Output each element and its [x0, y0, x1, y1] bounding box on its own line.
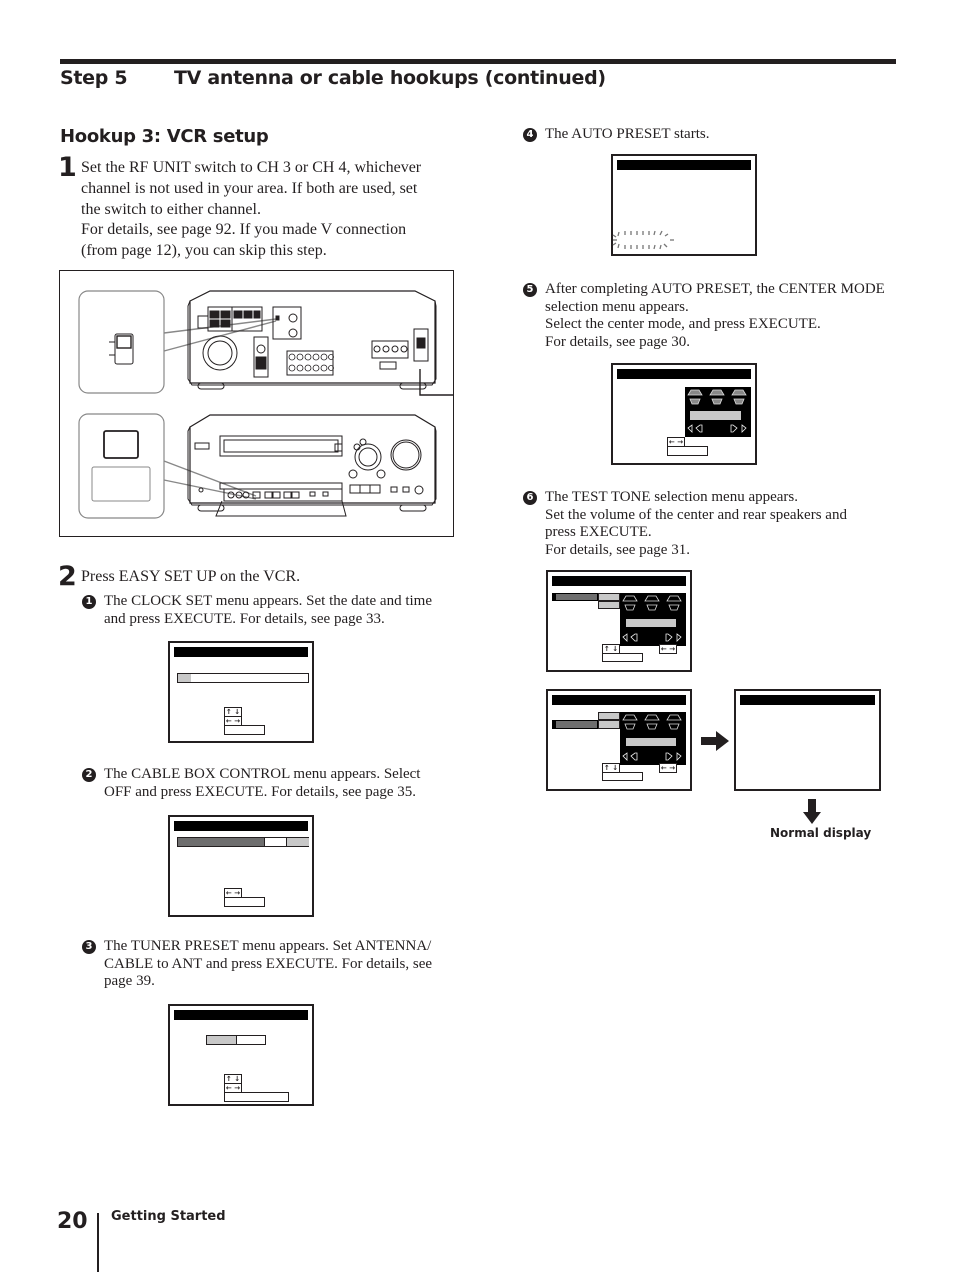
footer-rule: [97, 1213, 99, 1272]
header-rule: [60, 59, 896, 64]
step-number: Step 5: [60, 67, 128, 89]
substep-badge: 3: [82, 940, 96, 954]
step-heading: Step 5 TV antenna or cable hookups (conti…: [60, 67, 606, 89]
step-1-number: 1: [58, 152, 77, 183]
speaker-icons: [687, 389, 747, 433]
vcr-rear-and-front-drawing: [78, 290, 453, 519]
text-line: Set the volume of the center and rear sp…: [545, 506, 847, 523]
text-line: The AUTO PRESET starts.: [545, 126, 710, 142]
vcr-illustration: [59, 270, 454, 537]
tuner-preset-screen: ↑ ↓ ← →: [168, 1004, 314, 1106]
menu-title-bar: [617, 160, 751, 170]
option-label-highlight: [178, 838, 264, 846]
execute-box: [224, 897, 265, 907]
speaker-panel: [620, 593, 686, 646]
rear-value: [598, 720, 620, 729]
test-tone-screen-center: ↑ ↓ ← →: [546, 570, 692, 672]
substep-badge: 2: [82, 768, 96, 782]
menu-title-bar: [174, 647, 308, 657]
text-line: page 39.: [104, 973, 155, 990]
date-time-field: [177, 673, 309, 683]
menu-title-bar: [552, 695, 686, 705]
substep-badge: 1: [82, 595, 96, 609]
substep-5: 5 After completing AUTO PRESET, the CENT…: [523, 281, 905, 351]
cursor-highlight: [178, 674, 191, 682]
row-label: [556, 721, 597, 728]
text-line: The TEST TONE selection menu appears.: [545, 489, 799, 505]
center-value: [598, 712, 620, 720]
option-ant-selected: [207, 1036, 237, 1044]
step-2-number: 2: [58, 561, 77, 592]
test-tone-screen-rear: ↑ ↓ ← →: [546, 689, 692, 791]
text-line: selection menu appears.: [545, 298, 689, 315]
normal-display-label: Normal display: [770, 826, 872, 840]
substep-3: 3 The TUNER PRESET menu appears. Set ANT…: [82, 938, 464, 991]
row-highlight: [552, 593, 598, 601]
speaker-icons: [622, 714, 682, 761]
speaker-icons: [622, 595, 682, 642]
substep-badge: 5: [523, 283, 537, 297]
text-line: For details, see page 92. If you made V …: [81, 221, 407, 239]
rear-value: [598, 601, 620, 609]
cable-box-control-screen: ← →: [168, 815, 314, 917]
blinking-indicator-icon: [612, 230, 674, 250]
center-mode-screen: ← →: [611, 363, 757, 465]
text-line: the switch to either channel.: [81, 200, 261, 218]
text-line: (from page 12), you can skip this step.: [81, 242, 327, 260]
step-title: TV antenna or cable hookups (continued): [174, 67, 606, 89]
final-screen: [734, 689, 881, 791]
speaker-panel: [685, 387, 751, 437]
clock-set-screen: ↑ ↓ ← →: [168, 641, 314, 743]
substep-badge: 4: [523, 128, 537, 142]
substep-badge: 6: [523, 491, 537, 505]
text-line: For details, see page 31.: [545, 541, 690, 558]
substep-1: 1 The CLOCK SET menu appears. Set the da…: [82, 593, 464, 628]
step-2-text: Press EASY SET UP on the VCR.: [81, 568, 301, 585]
option-off-selected: [286, 838, 309, 846]
auto-preset-screen: [611, 154, 757, 256]
text-line: The TUNER PRESET menu appears. Set ANTEN…: [104, 938, 432, 954]
antenna-cable-selector: [206, 1035, 266, 1045]
speaker-panel: [620, 712, 686, 765]
menu-title-bar: [552, 576, 686, 586]
footer-section-label: Getting Started: [111, 1209, 226, 1224]
menu-title-bar: [740, 695, 875, 705]
text-line: CABLE to ANT and press EXECUTE. For deta…: [104, 955, 433, 972]
step-1-text: Set the RF UNIT switch to CH 3 or CH 4, …: [81, 158, 466, 262]
text-line: The CLOCK SET menu appears. Set the date…: [104, 593, 432, 609]
easy-set-up-callout: [78, 413, 165, 519]
page-number: 20: [57, 1209, 88, 1234]
row-highlight: [552, 720, 598, 729]
menu-title-bar: [617, 369, 751, 379]
row-label: [556, 594, 597, 600]
option-row: [177, 837, 309, 847]
center-value: [598, 593, 620, 601]
execute-box: [224, 1092, 289, 1102]
substep-6: 6 The TEST TONE selection menu appears. …: [523, 489, 905, 559]
leftright-keys-icon: ← →: [659, 644, 677, 654]
text-line: The CABLE BOX CONTROL menu appears. Sele…: [104, 766, 421, 782]
execute-box: [224, 725, 265, 735]
arrow-right-icon: [701, 731, 729, 751]
option-on: [264, 838, 287, 846]
section-title: Hookup 3: VCR setup: [60, 126, 269, 147]
menu-title-bar: [174, 821, 308, 831]
text-line: and press EXECUTE. For details, see page…: [104, 610, 385, 627]
leftright-keys-icon: ← →: [659, 763, 677, 773]
execute-box: [667, 446, 708, 456]
text-line: Set the RF UNIT switch to CH 3 or CH 4, …: [81, 159, 422, 176]
text-line: OFF and press EXECUTE. For details, see …: [104, 783, 417, 800]
execute-box: [602, 772, 643, 781]
arrow-down-icon: [803, 799, 821, 824]
text-line: channel is not used in your area. If bot…: [81, 179, 418, 197]
menu-title-bar: [174, 1010, 308, 1020]
text-line: For details, see page 30.: [545, 333, 690, 350]
text-line: Select the center mode, and press EXECUT…: [545, 316, 821, 333]
text-line: press EXECUTE.: [545, 524, 652, 541]
substep-4: 4 The AUTO PRESET starts.: [523, 126, 905, 144]
text-line: After completing AUTO PRESET, the CENTER…: [545, 281, 885, 297]
execute-box: [602, 653, 643, 662]
substep-2: 2 The CABLE BOX CONTROL menu appears. Se…: [82, 766, 464, 801]
